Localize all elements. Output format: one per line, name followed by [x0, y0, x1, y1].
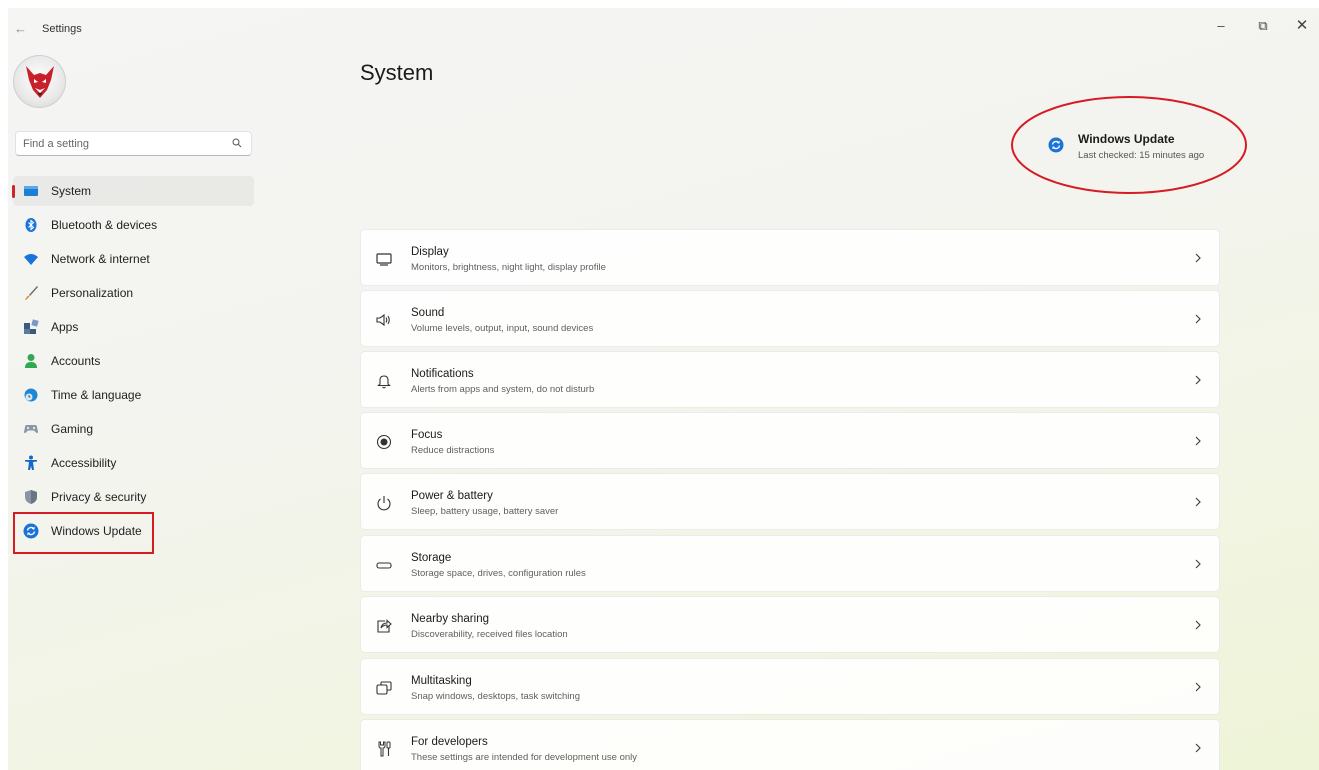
apps-icon: [24, 319, 39, 334]
person-icon: [25, 354, 37, 368]
chevron-right-icon: [1195, 497, 1201, 507]
row-subtitle: These settings are intended for developm…: [411, 752, 638, 763]
search-input[interactable]: [16, 132, 251, 155]
gamepad-icon: [24, 425, 38, 433]
row-subtitle: Storage space, drives, configuration rul…: [411, 568, 586, 579]
chevron-right-icon: [1195, 743, 1201, 753]
row-title: Sound: [411, 307, 445, 319]
title-bar: ← Settings – ⧉ ✕: [8, 8, 1319, 48]
windows-update-annotation-ellipse: [1011, 96, 1247, 194]
row-subtitle: Snap windows, desktops, task switching: [411, 691, 580, 702]
chevron-right-icon: [1195, 682, 1201, 692]
sidebar-item-bluetooth[interactable]: Bluetooth & devices: [13, 210, 254, 240]
fox-logo-icon: [26, 66, 54, 98]
row-title: Display: [411, 246, 449, 258]
windows-update-highlight-box: [13, 512, 154, 554]
shield-icon: [25, 490, 37, 504]
settings-row-focus[interactable]: Focus Reduce distractions: [360, 412, 1220, 469]
sidebar-item-network[interactable]: Network & internet: [13, 244, 254, 274]
settings-row-multitasking[interactable]: Multitasking Snap windows, desktops, tas…: [360, 658, 1220, 715]
sidebar-item-accessibility[interactable]: Accessibility: [13, 448, 254, 478]
settings-row-sound[interactable]: Sound Volume levels, output, input, soun…: [360, 290, 1220, 347]
sidebar-item-label: Bluetooth & devices: [51, 218, 158, 232]
settings-row-power-battery[interactable]: Power & battery Sleep, battery usage, ba…: [360, 473, 1220, 530]
minimize-button[interactable]: –: [1211, 16, 1231, 36]
chevron-right-icon: [1195, 559, 1201, 569]
sidebar-item-label: Time & language: [51, 388, 142, 402]
sidebar-item-time-language[interactable]: Time & language: [13, 380, 254, 410]
sidebar-item-label: Accounts: [51, 354, 101, 368]
brush-icon: [25, 286, 38, 300]
settings-window: ← Settings – ⧉ ✕ System: [8, 8, 1319, 770]
bell-icon: [377, 375, 391, 389]
sidebar-item-label: Accessibility: [51, 456, 117, 470]
sidebar-item-label: Personalization: [51, 286, 134, 300]
row-subtitle: Reduce distractions: [411, 445, 495, 456]
row-subtitle: Discoverability, received files location: [411, 629, 568, 640]
row-subtitle: Volume levels, output, input, sound devi…: [411, 323, 594, 334]
power-icon: [377, 496, 391, 511]
row-title: Multitasking: [411, 675, 472, 687]
sidebar-item-personalization[interactable]: Personalization: [13, 278, 254, 308]
accessibility-icon: [25, 455, 37, 470]
sidebar-item-system[interactable]: System: [12, 176, 254, 206]
chevron-right-icon: [1195, 253, 1201, 263]
row-title: Storage: [411, 552, 452, 564]
settings-row-display[interactable]: Display Monitors, brightness, night ligh…: [360, 229, 1220, 286]
wifi-icon: [24, 254, 38, 265]
sidebar-item-label: Apps: [51, 320, 79, 334]
multitasking-icon: [376, 681, 392, 695]
system-icon: [24, 186, 38, 196]
selected-indicator: [12, 185, 15, 198]
row-title: Notifications: [411, 368, 474, 380]
back-arrow-icon[interactable]: ←: [14, 21, 27, 36]
page-title: System: [360, 60, 434, 85]
row-subtitle: Monitors, brightness, night light, displ…: [411, 262, 606, 273]
sidebar-item-label: Privacy & security: [51, 490, 147, 504]
share-icon: [377, 619, 392, 633]
developer-tools-icon: [378, 741, 391, 757]
focus-icon: [376, 434, 392, 450]
search-icon: [232, 138, 242, 148]
speaker-icon: [376, 313, 390, 327]
sidebar-item-accounts[interactable]: Accounts: [13, 346, 254, 376]
row-title: Nearby sharing: [411, 613, 489, 625]
sidebar-item-label: Gaming: [51, 422, 94, 436]
sidebar-item-label: System: [51, 184, 92, 198]
bluetooth-icon: [25, 218, 37, 232]
settings-row-for-developers[interactable]: For developers These settings are intend…: [360, 719, 1220, 770]
row-title: Power & battery: [411, 490, 493, 502]
app-title: Settings: [42, 23, 82, 35]
row-title: For developers: [411, 736, 488, 748]
chevron-right-icon: [1195, 620, 1201, 630]
settings-row-nearby-sharing[interactable]: Nearby sharing Discoverability, received…: [360, 596, 1220, 653]
row-subtitle: Alerts from apps and system, do not dist…: [411, 384, 595, 395]
sidebar-item-privacy-security[interactable]: Privacy & security: [13, 482, 254, 512]
sidebar-item-gaming[interactable]: Gaming: [13, 414, 254, 444]
sidebar-item-label: Network & internet: [51, 252, 150, 266]
chevron-right-icon: [1195, 375, 1201, 385]
row-title: Focus: [411, 429, 443, 441]
chevron-right-icon: [1195, 436, 1201, 446]
settings-row-storage[interactable]: Storage Storage space, drives, configura…: [360, 535, 1220, 592]
storage-icon: [376, 562, 392, 569]
avatar[interactable]: [13, 55, 66, 108]
globe-clock-icon: [24, 388, 38, 402]
row-subtitle: Sleep, battery usage, battery saver: [411, 506, 559, 517]
close-button[interactable]: ✕: [1292, 16, 1312, 36]
sidebar-item-apps[interactable]: Apps: [13, 312, 254, 342]
search-box: [15, 131, 252, 156]
maximize-button[interactable]: ⧉: [1253, 16, 1273, 36]
monitor-icon: [376, 253, 392, 266]
settings-row-notifications[interactable]: Notifications Alerts from apps and syste…: [360, 351, 1220, 408]
chevron-right-icon: [1195, 314, 1201, 324]
